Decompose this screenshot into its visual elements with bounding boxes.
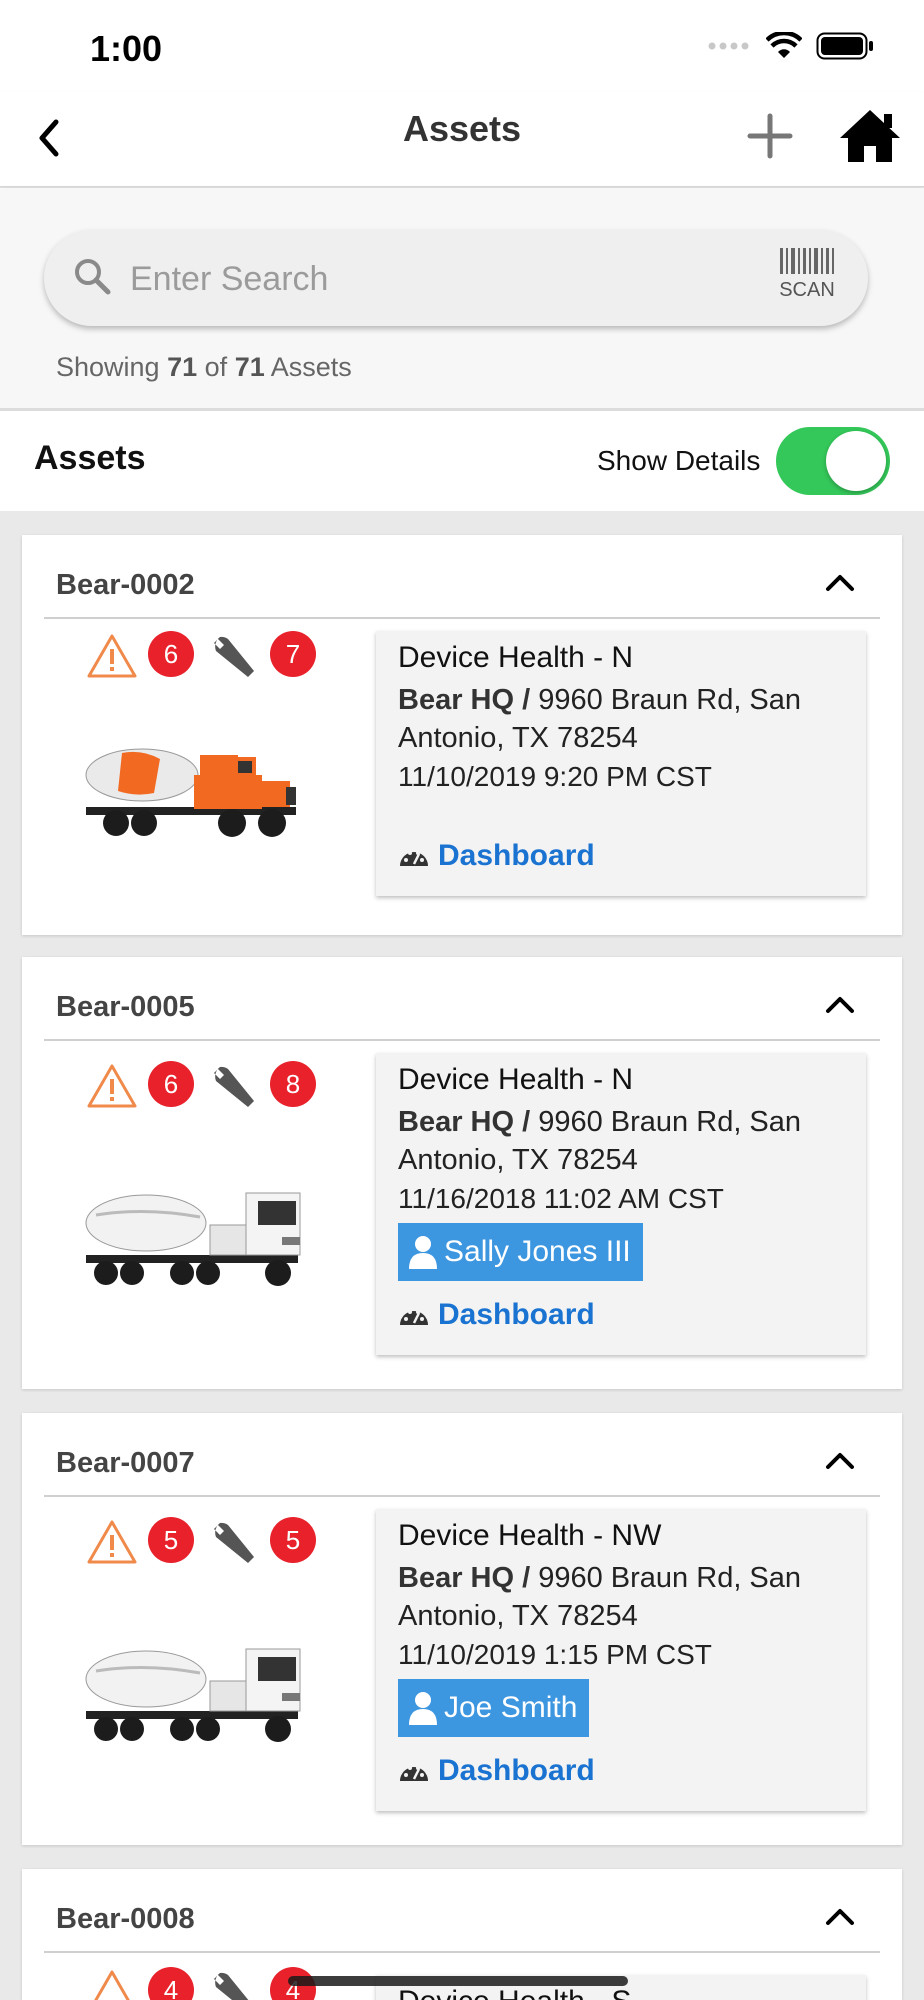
warning-icon[interactable] (86, 633, 138, 679)
asset-id: Bear-0002 (56, 569, 195, 601)
wrench-icon[interactable] (210, 1969, 258, 2000)
alert-counts: 6 8 (86, 1061, 346, 1117)
maintenance-count-badge: 8 (270, 1061, 316, 1107)
alert-counts: 5 5 (86, 1517, 346, 1573)
warning-icon[interactable] (86, 1969, 138, 2000)
assets-section-header: Assets Show Details (0, 411, 924, 511)
assigned-user-name: Joe Smith (444, 1691, 578, 1724)
warning-count-badge: 6 (148, 1061, 194, 1107)
nav-bar: Assets (0, 92, 924, 187)
last-update-time: 11/10/2019 9:20 PM CST (398, 761, 712, 792)
wifi-icon (766, 32, 802, 58)
home-icon (840, 110, 900, 162)
plus-icon (747, 113, 793, 159)
chevron-up-icon[interactable] (822, 991, 858, 1019)
asset-id: Bear-0007 (56, 1447, 195, 1479)
dashboard-link[interactable]: Dashboard (398, 1298, 595, 1332)
asset-id: Bear-0005 (56, 991, 195, 1023)
chevron-left-icon (39, 119, 59, 157)
device-health: Device Health - N (398, 641, 634, 674)
wrench-icon[interactable] (210, 1519, 258, 1567)
divider (44, 617, 880, 619)
location: Bear HQ / 9960 Braun Rd, San Antonio, TX… (398, 1562, 802, 1632)
truck-image (85, 748, 296, 837)
section-title: Assets (34, 439, 146, 477)
dashboard-label: Dashboard (438, 1298, 595, 1331)
truck-image (85, 1648, 301, 1742)
warning-count-badge: 4 (148, 1967, 194, 2000)
asset-details: Device Health - N Bear HQ / 9960 Braun R… (376, 631, 866, 896)
home-indicator[interactable] (288, 1976, 628, 1986)
assigned-user-chip[interactable]: Joe Smith (398, 1679, 590, 1737)
location: Bear HQ / 9960 Braun Rd, San Antonio, TX… (398, 684, 802, 754)
location: Bear HQ / 9960 Braun Rd, San Antonio, TX… (398, 1106, 802, 1176)
status-bar: 1:00 (0, 0, 924, 92)
wrench-icon[interactable] (210, 1063, 258, 1111)
last-update-time: 11/10/2019 1:15 PM CST (398, 1639, 712, 1670)
barcode-icon (780, 248, 834, 274)
asset-id: Bear-0008 (56, 1903, 195, 1935)
asset-card[interactable]: Bear-0002 6 7 Device Health - N Bear HQ … (22, 535, 902, 935)
person-icon (409, 1692, 437, 1725)
home-button[interactable] (838, 104, 902, 168)
assigned-user-chip[interactable]: Sally Jones III (398, 1223, 643, 1281)
dashboard-label: Dashboard (438, 1754, 595, 1787)
divider (44, 1039, 880, 1041)
search-bar[interactable]: SCAN (44, 230, 868, 326)
gauge-icon (400, 1310, 428, 1325)
show-details-toggle[interactable] (776, 427, 890, 495)
wrench-icon[interactable] (210, 633, 258, 681)
person-icon (409, 1236, 437, 1269)
asset-details: Device Health - NW Bear HQ / 9960 Braun … (376, 1509, 866, 1811)
chevron-up-icon[interactable] (822, 1903, 858, 1931)
device-health: Device Health - NW (398, 1519, 662, 1552)
search-area: SCAN Showing 71 of 71 Assets (0, 188, 924, 411)
toggle-knob (826, 431, 886, 491)
asset-card[interactable]: Bear-0007 5 5 Device Health - NW Bear HQ… (22, 1413, 902, 1845)
results-count: Showing 71 of 71 Assets (56, 352, 352, 382)
asset-card[interactable]: Bear-0005 6 8 Device Health - N Bear HQ … (22, 957, 902, 1389)
search-icon (75, 259, 111, 295)
dashboard-link[interactable]: Dashboard (398, 839, 595, 873)
truck-image (85, 1192, 301, 1286)
back-button[interactable] (28, 112, 80, 164)
maintenance-count-badge: 5 (270, 1517, 316, 1563)
divider (44, 1495, 880, 1497)
alert-counts: 6 7 (86, 631, 346, 687)
scan-label: SCAN (779, 279, 835, 301)
warning-count-badge: 6 (148, 631, 194, 677)
maintenance-count-badge: 7 (270, 631, 316, 677)
status-time: 1:00 (90, 28, 163, 69)
device-health: Device Health - N (398, 1063, 634, 1096)
asset-details: Device Health - N Bear HQ / 9960 Braun R… (376, 1053, 866, 1355)
signal-icon (708, 42, 749, 50)
warning-icon[interactable] (86, 1063, 138, 1109)
search-input[interactable] (128, 250, 732, 308)
scan-barcode-button[interactable]: SCAN (776, 246, 838, 308)
gauge-icon (400, 1766, 428, 1781)
last-update-time: 11/16/2018 11:02 AM CST (398, 1183, 724, 1214)
dashboard-link[interactable]: Dashboard (398, 1754, 595, 1788)
gauge-icon (400, 851, 428, 866)
divider (44, 1951, 880, 1953)
device-health: Device Health - S (398, 1985, 631, 2000)
assigned-user-name: Sally Jones III (444, 1235, 631, 1268)
warning-count-badge: 5 (148, 1517, 194, 1563)
chevron-up-icon[interactable] (822, 569, 858, 597)
battery-icon (816, 32, 873, 60)
add-asset-button[interactable] (742, 108, 798, 164)
dashboard-label: Dashboard (438, 839, 595, 872)
status-icons (708, 32, 874, 60)
show-details-label: Show Details (597, 445, 761, 476)
warning-icon[interactable] (86, 1519, 138, 1565)
chevron-up-icon[interactable] (822, 1447, 858, 1475)
